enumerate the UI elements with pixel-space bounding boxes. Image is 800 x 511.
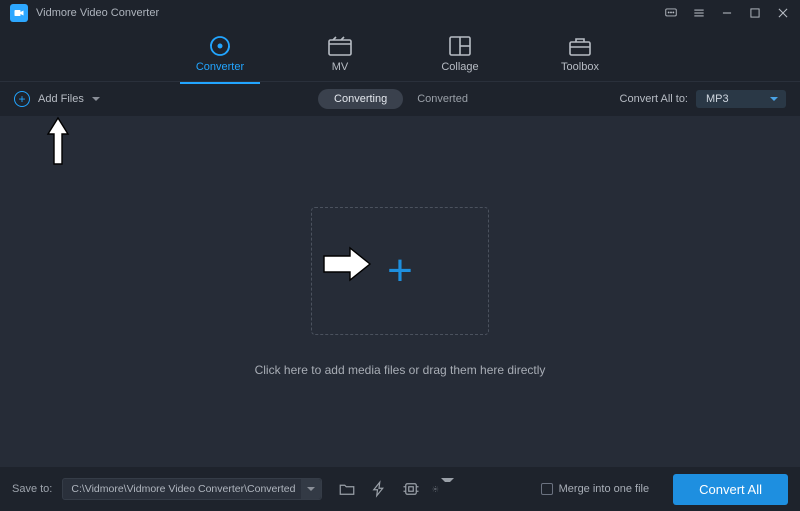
app-title: Vidmore Video Converter xyxy=(36,7,159,19)
add-files-button[interactable]: + Add Files xyxy=(14,91,100,107)
tab-collage[interactable]: Collage xyxy=(430,35,490,73)
speedup-icon[interactable] xyxy=(368,478,390,500)
tab-label: Toolbox xyxy=(561,61,599,73)
checkbox-icon xyxy=(541,483,553,495)
annotation-arrow-up xyxy=(46,114,70,173)
bottom-tool-icons xyxy=(336,478,454,500)
mv-icon xyxy=(327,35,353,57)
convert-all-button[interactable]: Convert All xyxy=(673,474,788,505)
drop-hint: Click here to add media files or drag th… xyxy=(255,363,546,377)
status-segmented: Converting Converted xyxy=(318,89,482,109)
save-path-value: C:\Vidmore\Vidmore Video Converter\Conve… xyxy=(62,478,322,500)
save-to-label: Save to: xyxy=(12,483,52,495)
bottom-bar: Save to: C:\Vidmore\Vidmore Video Conver… xyxy=(0,467,800,511)
collage-icon xyxy=(447,35,473,57)
menu-icon[interactable] xyxy=(692,6,706,20)
merge-label: Merge into one file xyxy=(559,483,650,495)
feedback-icon[interactable] xyxy=(664,6,678,20)
maximize-icon[interactable] xyxy=(748,6,762,20)
toolbox-icon xyxy=(567,35,593,57)
tab-label: Collage xyxy=(441,61,478,73)
plus-icon: + xyxy=(387,249,413,293)
chevron-down-icon xyxy=(301,479,321,499)
tab-label: Converter xyxy=(196,61,244,73)
tab-label: MV xyxy=(332,61,349,73)
convert-all-to: Convert All to: MP3 xyxy=(620,90,786,108)
chevron-down-icon xyxy=(770,97,778,101)
convert-all-to-label: Convert All to: xyxy=(620,93,688,105)
annotation-arrow-right xyxy=(320,244,374,289)
open-folder-icon[interactable] xyxy=(336,478,358,500)
close-icon[interactable] xyxy=(776,6,790,20)
title-bar: Vidmore Video Converter xyxy=(0,0,800,26)
converter-icon xyxy=(207,35,233,57)
format-select[interactable]: MP3 xyxy=(696,90,786,108)
tab-toolbox[interactable]: Toolbox xyxy=(550,35,610,73)
sub-bar: + Add Files Converting Converted Convert… xyxy=(0,82,800,116)
add-files-label: Add Files xyxy=(38,93,84,105)
app-logo xyxy=(10,4,28,22)
tab-converted[interactable]: Converted xyxy=(403,89,482,109)
settings-icon[interactable] xyxy=(432,478,454,500)
tab-converter[interactable]: Converter xyxy=(190,35,250,73)
content-area: + Click here to add media files or drag … xyxy=(0,116,800,467)
window-controls xyxy=(664,6,790,20)
chevron-down-icon xyxy=(92,97,100,101)
tab-converting[interactable]: Converting xyxy=(318,89,403,109)
tab-mv[interactable]: MV xyxy=(310,35,370,73)
merge-checkbox[interactable]: Merge into one file xyxy=(541,483,650,495)
main-tab-row: Converter MV Collage Toolbox xyxy=(0,26,800,82)
save-path-select[interactable]: C:\Vidmore\Vidmore Video Converter\Conve… xyxy=(62,478,322,500)
plus-circle-icon: + xyxy=(14,91,30,107)
gpu-icon[interactable] xyxy=(400,478,422,500)
minimize-icon[interactable] xyxy=(720,6,734,20)
